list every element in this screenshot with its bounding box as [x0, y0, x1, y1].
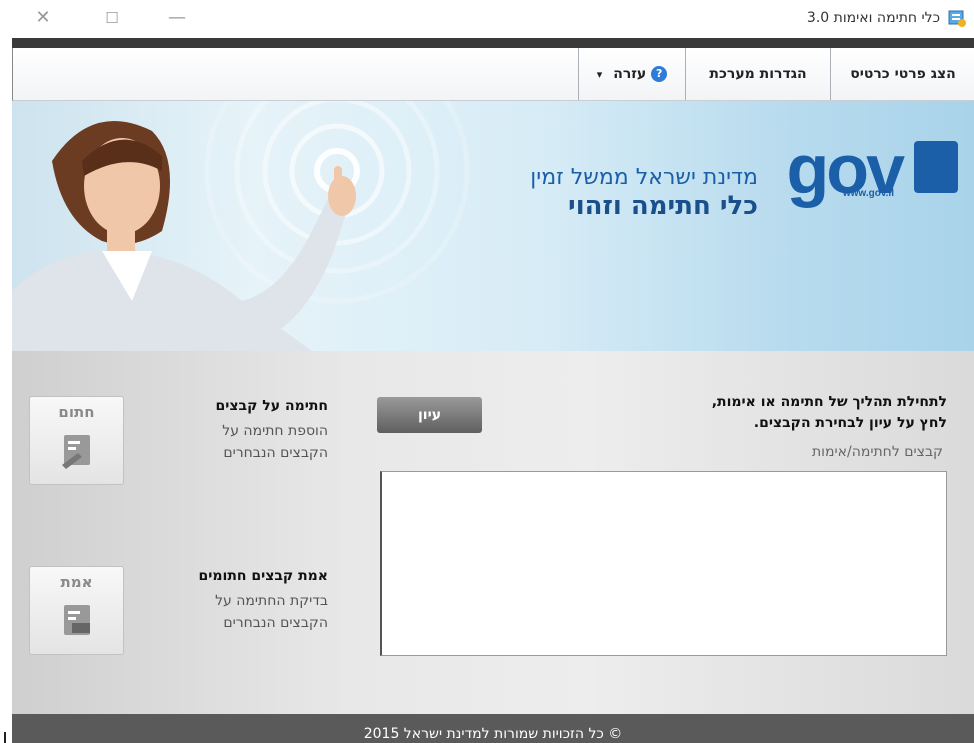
close-button[interactable]: ✕	[28, 6, 58, 30]
menu-bar: הצג פרטי כרטיס הגדרות מערכת ?עזרה ▾	[12, 48, 974, 101]
instructions-line-2: לחץ על עיון לבחירת הקבצים.	[753, 415, 947, 431]
gov-logo-url: www.gov.il	[842, 188, 894, 199]
sign-description-line-2: הקבצים הנבחרים	[223, 445, 328, 461]
menu-system-settings-label: הגדרות מערכת	[709, 66, 807, 82]
footer-copyright: © כל הזכויות שמורות למדינת ישראל 2015	[12, 714, 974, 743]
menu-show-card-details[interactable]: הצג פרטי כרטיס	[830, 48, 974, 100]
sign-title: חתימה על קבצים	[215, 398, 328, 414]
help-icon: ?	[651, 66, 668, 82]
window-title: כלי חתימה ואימות 3.0	[806, 10, 940, 26]
state-emblem-icon	[914, 141, 958, 193]
menu-help-label: עזרה	[613, 66, 647, 82]
menu-system-settings[interactable]: הגדרות מערכת	[685, 48, 830, 100]
verify-description-line-1: בדיקת החתימה על	[215, 593, 328, 609]
verify-title: אמת קבצים חתומים	[198, 568, 328, 584]
files-list[interactable]	[380, 471, 947, 656]
minimize-button[interactable]: —	[162, 6, 192, 30]
app-icon	[948, 10, 966, 27]
verify-button[interactable]: אמת	[29, 566, 124, 655]
banner-product-name: כלי חתימה וזהוי	[568, 191, 758, 221]
verify-document-icon	[64, 605, 90, 635]
maximize-button[interactable]: ☐	[97, 6, 127, 30]
menu-help[interactable]: ?עזרה ▾	[578, 48, 685, 100]
chevron-down-icon: ▾	[596, 68, 603, 81]
banner: gov www.gov.il מדינת ישראל ממשל זמין כלי…	[12, 101, 974, 351]
window-title-bar: ✕ ☐ — כלי חתימה ואימות 3.0	[0, 0, 974, 38]
verify-button-label: אמת	[60, 573, 93, 591]
browse-button[interactable]: עיון	[377, 397, 482, 433]
banner-tagline: מדינת ישראל ממשל זמין	[530, 165, 758, 190]
title-divider	[12, 38, 974, 48]
sign-button[interactable]: חתום	[29, 396, 124, 485]
instructions-line-1: לתחילת תהליך של חתימה או אימות,	[711, 394, 947, 410]
woman-photo	[12, 121, 356, 351]
menu-show-card-details-label: הצג פרטי כרטיס	[850, 66, 956, 82]
sign-description-line-1: הוספת חתימה על	[222, 423, 328, 439]
instructions: לתחילת תהליך של חתימה או אימות, לחץ על ע…	[527, 392, 947, 434]
sign-button-label: חתום	[58, 403, 95, 421]
files-list-label: קבצים לחתימה/אימות	[811, 444, 943, 460]
verify-description-line-2: הקבצים הנבחרים	[223, 615, 328, 631]
sign-document-icon	[62, 435, 90, 469]
window-edge-marker	[4, 732, 6, 743]
